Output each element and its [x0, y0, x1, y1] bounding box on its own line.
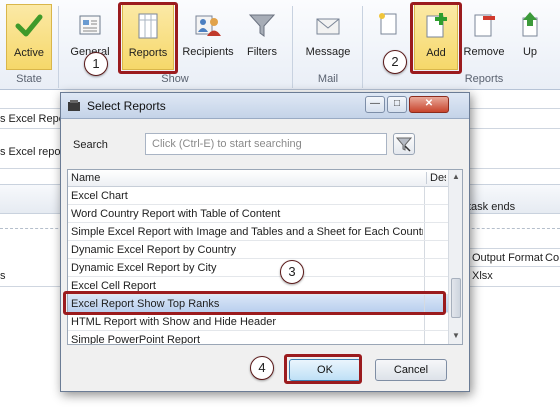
recipients-label: Recipients — [182, 46, 234, 58]
callout-4: 4 — [250, 356, 274, 380]
cell-divider — [424, 241, 425, 258]
active-label: Active — [14, 47, 44, 59]
description-column-header[interactable]: Des — [426, 172, 446, 184]
recipients-button[interactable]: Recipients — [180, 4, 236, 70]
scroll-up-icon[interactable]: ▲ — [451, 172, 461, 182]
active-button[interactable]: Active — [6, 4, 52, 70]
cell-divider — [424, 259, 425, 276]
list-header: Name Des — [68, 170, 448, 187]
list-item-label: Word Country Report with Table of Conten… — [71, 208, 281, 220]
general-icon — [79, 15, 101, 35]
callout-2: 2 — [383, 50, 407, 74]
cell-divider — [424, 313, 425, 330]
filter-icon — [248, 14, 276, 37]
filter-icon — [395, 137, 413, 152]
ok-button-highlight — [284, 354, 362, 384]
cell-divider — [424, 187, 425, 204]
selected-row-highlight — [63, 291, 446, 315]
cancel-button[interactable]: Cancel — [375, 359, 447, 381]
ribbon: Active State General Reports Recipients — [0, 0, 560, 90]
cell-divider — [424, 331, 425, 344]
state-group-label: State — [16, 73, 42, 85]
message-button[interactable]: Message — [300, 4, 356, 70]
list-item-label: Excel Chart — [71, 190, 128, 202]
list-item[interactable]: Excel Chart — [68, 187, 448, 205]
app-icon — [68, 100, 80, 111]
output-format-header: Output Format — [472, 252, 543, 264]
search-label: Search — [73, 139, 108, 151]
remove-document-icon — [474, 14, 495, 37]
remove-label: Remove — [463, 46, 505, 58]
dialog-title-bar: Select Reports — □ ✕ — [61, 93, 469, 119]
background-row: s Excel repor — [0, 146, 65, 158]
background-cell: s — [0, 270, 6, 282]
remove-button[interactable]: Remove — [462, 4, 506, 70]
checkmark-icon — [15, 14, 43, 37]
up-button[interactable]: Up — [510, 4, 550, 70]
add-highlight — [410, 2, 462, 74]
list-item[interactable]: Dynamic Excel Report by City — [68, 259, 448, 277]
ribbon-separator — [58, 6, 59, 88]
list-item-label: Simple PowerPoint Report — [71, 334, 201, 345]
list-item[interactable]: Word Country Report with Table of Conten… — [68, 205, 448, 223]
maximize-button[interactable]: □ — [387, 96, 407, 113]
scroll-thumb[interactable] — [451, 278, 461, 318]
divider — [470, 266, 560, 267]
up-label: Up — [522, 46, 538, 58]
list-item[interactable]: Simple Excel Report with Image and Table… — [68, 223, 448, 241]
reports-group-label: Reports — [464, 73, 504, 85]
envelope-icon — [316, 18, 340, 35]
name-column-header[interactable]: Name — [71, 172, 100, 184]
callout-3: 3 — [280, 260, 304, 284]
search-input[interactable] — [145, 133, 387, 155]
task-ends-header: task ends — [468, 201, 516, 213]
filters-label: Filters — [247, 46, 277, 58]
dialog-title: Select Reports — [87, 99, 166, 113]
callout-1: 1 — [84, 52, 108, 76]
new-document-icon — [379, 13, 397, 35]
recipients-icon — [195, 15, 221, 36]
cell-divider — [424, 223, 425, 240]
filter-button[interactable] — [393, 133, 415, 155]
scroll-down-icon[interactable]: ▼ — [451, 331, 461, 341]
filters-button[interactable]: Filters — [240, 4, 284, 70]
reports-list[interactable]: Name Des Excel Chart Word Country Report… — [67, 169, 463, 345]
list-item[interactable]: Dynamic Excel Report by Country — [68, 241, 448, 259]
co-header: Co — [545, 252, 560, 264]
divider — [470, 248, 560, 249]
reports-highlight — [118, 2, 178, 74]
ribbon-separator — [362, 6, 363, 88]
message-label: Message — [305, 46, 351, 58]
minimize-button[interactable]: — — [365, 96, 385, 113]
list-item-label: HTML Report with Show and Hide Header — [71, 316, 277, 328]
arrow-up-icon — [522, 12, 538, 37]
mail-group-label: Mail — [317, 73, 339, 85]
list-item[interactable]: HTML Report with Show and Hide Header — [68, 313, 448, 331]
ribbon-separator — [292, 6, 293, 88]
list-item-label: Dynamic Excel Report by City — [71, 262, 217, 274]
vertical-scrollbar[interactable]: ▲ ▼ — [448, 170, 462, 344]
list-item[interactable]: Simple PowerPoint Report — [68, 331, 448, 345]
select-reports-dialog: Select Reports — □ ✕ Search Name Des Exc… — [60, 92, 470, 392]
output-format-cell: Xlsx — [472, 270, 493, 282]
close-button[interactable]: ✕ — [409, 96, 449, 113]
list-item-label: Dynamic Excel Report by Country — [71, 244, 237, 256]
cell-divider — [424, 205, 425, 222]
list-item-label: Simple Excel Report with Image and Table… — [71, 226, 423, 238]
